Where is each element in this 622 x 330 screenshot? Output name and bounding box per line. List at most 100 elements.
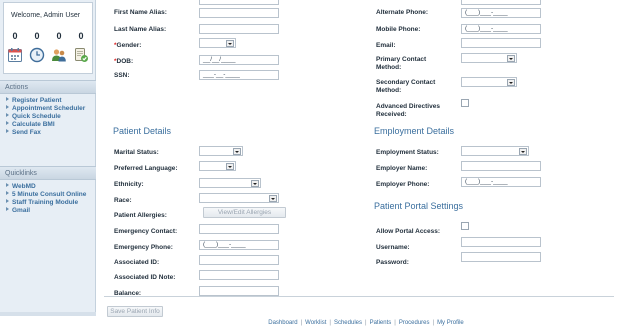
- footer-separator: |: [365, 320, 367, 326]
- employer-name-field[interactable]: [461, 161, 541, 171]
- race-select[interactable]: [199, 193, 279, 203]
- password-field[interactable]: [461, 252, 541, 262]
- quicklinks-header: Quicklinks: [0, 166, 96, 180]
- chevron-down-icon: [269, 195, 277, 202]
- race-label: Race:: [114, 197, 132, 204]
- preferred-language-label: Preferred Language:: [114, 165, 178, 172]
- actions-header: Actions: [0, 80, 96, 94]
- count-reminders[interactable]: 0: [28, 31, 46, 41]
- balance-field[interactable]: [199, 286, 279, 296]
- chevron-down-icon: [226, 40, 234, 47]
- emergency-phone-label: Emergency Phone:: [114, 244, 173, 251]
- footer-link-dashboard[interactable]: Dashboard: [268, 320, 297, 326]
- bullet-arrow-icon: [6, 207, 9, 212]
- users-icon[interactable]: [51, 47, 67, 63]
- count-tasks[interactable]: 0: [72, 31, 90, 41]
- marital-status-select[interactable]: [199, 146, 243, 156]
- ethnicity-select[interactable]: [199, 178, 261, 188]
- form-divider: [104, 296, 614, 297]
- advanced-directives-checkbox[interactable]: [461, 99, 469, 107]
- marital-status-label: Marital Status:: [114, 149, 159, 156]
- quicklink-5-minute-consult[interactable]: 5 Minute Consult Online: [6, 191, 96, 199]
- view-edit-allergies-button[interactable]: View/Edit Allergies: [203, 207, 286, 218]
- footer-link-my-profile[interactable]: My Profile: [437, 320, 464, 326]
- password-label: Password:: [376, 259, 409, 266]
- secondary-contact-select[interactable]: [461, 77, 517, 87]
- footer-link-worklist[interactable]: Worklist: [305, 320, 326, 326]
- employment-status-label: Employment Status:: [376, 149, 439, 156]
- actions-panel: Actions Register Patient Appointment Sch…: [0, 80, 96, 137]
- dashboard-icon-row: [4, 47, 92, 63]
- chevron-down-icon: [251, 180, 259, 187]
- employer-phone-field[interactable]: (___)___-____: [461, 177, 541, 187]
- bullet-arrow-icon: [6, 183, 9, 188]
- chevron-down-icon: [507, 55, 515, 62]
- bullet-arrow-icon: [6, 113, 9, 118]
- username-field[interactable]: [461, 237, 541, 247]
- associated-id-note-label: Associated ID Note:: [114, 274, 176, 281]
- dob-field[interactable]: __/__/____: [199, 55, 279, 65]
- allow-portal-access-label: Allow Portal Access:: [376, 228, 441, 235]
- footer-link-patients[interactable]: Patients: [370, 320, 392, 326]
- sidebar: Welcome, Admin User 0 0 0 0 Actions Regi…: [0, 0, 96, 316]
- action-register-patient[interactable]: Register Patient: [6, 97, 96, 105]
- bullet-arrow-icon: [6, 97, 9, 102]
- primary-contact-label: Primary Contact Method:: [376, 56, 427, 71]
- employer-phone-label: Employer Phone:: [376, 181, 430, 188]
- quicklink-gmail[interactable]: Gmail: [6, 207, 96, 215]
- clock-icon[interactable]: [29, 47, 45, 63]
- count-appointments[interactable]: 0: [6, 31, 24, 41]
- notification-counts: 0 0 0 0: [4, 31, 92, 41]
- associated-id-note-field[interactable]: [199, 270, 279, 280]
- emergency-contact-field[interactable]: [199, 224, 279, 234]
- bullet-arrow-icon: [6, 121, 9, 126]
- employment-details-heading: Employment Details: [374, 126, 455, 136]
- preferred-language-select[interactable]: [199, 161, 236, 171]
- associated-id-label: Associated ID:: [114, 259, 160, 266]
- quicklink-staff-training[interactable]: Staff Training Module: [6, 199, 96, 207]
- employment-status-select[interactable]: [461, 146, 529, 156]
- task-check-icon[interactable]: [73, 47, 89, 63]
- first-name-alias-label: First Name Alias:: [114, 9, 167, 16]
- action-calculate-bmi[interactable]: Calculate BMI: [6, 121, 96, 129]
- action-send-fax[interactable]: Send Fax: [6, 129, 96, 137]
- alternate-phone-field[interactable]: (___)___-____: [461, 8, 541, 18]
- patient-portal-heading: Patient Portal Settings: [374, 201, 464, 211]
- quicklink-webmd[interactable]: WebMD: [6, 183, 96, 191]
- chevron-down-icon: [233, 148, 241, 155]
- ssn-field[interactable]: ___-__-____: [199, 70, 279, 80]
- chevron-down-icon: [226, 163, 234, 170]
- footer-separator: |: [432, 320, 435, 326]
- chevron-down-icon: [507, 79, 515, 86]
- last-name-field[interactable]: [199, 0, 279, 5]
- footer-separator: |: [394, 320, 396, 326]
- mobile-phone-label: Mobile Phone:: [376, 26, 421, 33]
- emergency-phone-field[interactable]: (___)___-____: [199, 240, 279, 250]
- action-quick-schedule[interactable]: Quick Schedule: [6, 113, 96, 121]
- email-field[interactable]: [461, 38, 541, 48]
- patient-details-heading: Patient Details: [113, 126, 172, 136]
- action-appointment-scheduler[interactable]: Appointment Scheduler: [6, 105, 96, 113]
- allow-portal-access-checkbox[interactable]: [461, 222, 469, 230]
- last-name-alias-label: Last Name Alias:: [114, 26, 167, 33]
- ethnicity-label: Ethnicity:: [114, 181, 144, 188]
- gender-select[interactable]: [199, 38, 236, 48]
- quicklinks-list: WebMD 5 Minute Consult Online Staff Trai…: [0, 180, 96, 215]
- quicklinks-panel: Quicklinks WebMD 5 Minute Consult Online…: [0, 166, 96, 215]
- gender-label: *Gender:: [114, 42, 142, 49]
- primary-contact-select[interactable]: [461, 53, 517, 63]
- bullet-arrow-icon: [6, 199, 9, 204]
- last-name-alias-field[interactable]: [199, 24, 279, 34]
- ssn-label: SSN:: [114, 72, 130, 79]
- footer-link-schedules[interactable]: Schedules: [334, 320, 362, 326]
- footer-link-procedures[interactable]: Procedures: [399, 320, 430, 326]
- mobile-phone-field[interactable]: (___)___-____: [461, 24, 541, 34]
- patient-allergies-label: Patient Allergies:: [114, 212, 167, 219]
- home-phone-field[interactable]: [461, 0, 541, 5]
- associated-id-field[interactable]: [199, 255, 279, 265]
- calendar-icon[interactable]: [7, 47, 23, 63]
- alternate-phone-label: Alternate Phone:: [376, 9, 429, 16]
- secondary-contact-label: Secondary Contact Method:: [376, 79, 436, 94]
- first-name-alias-field[interactable]: [199, 8, 279, 18]
- count-patients[interactable]: 0: [50, 31, 68, 41]
